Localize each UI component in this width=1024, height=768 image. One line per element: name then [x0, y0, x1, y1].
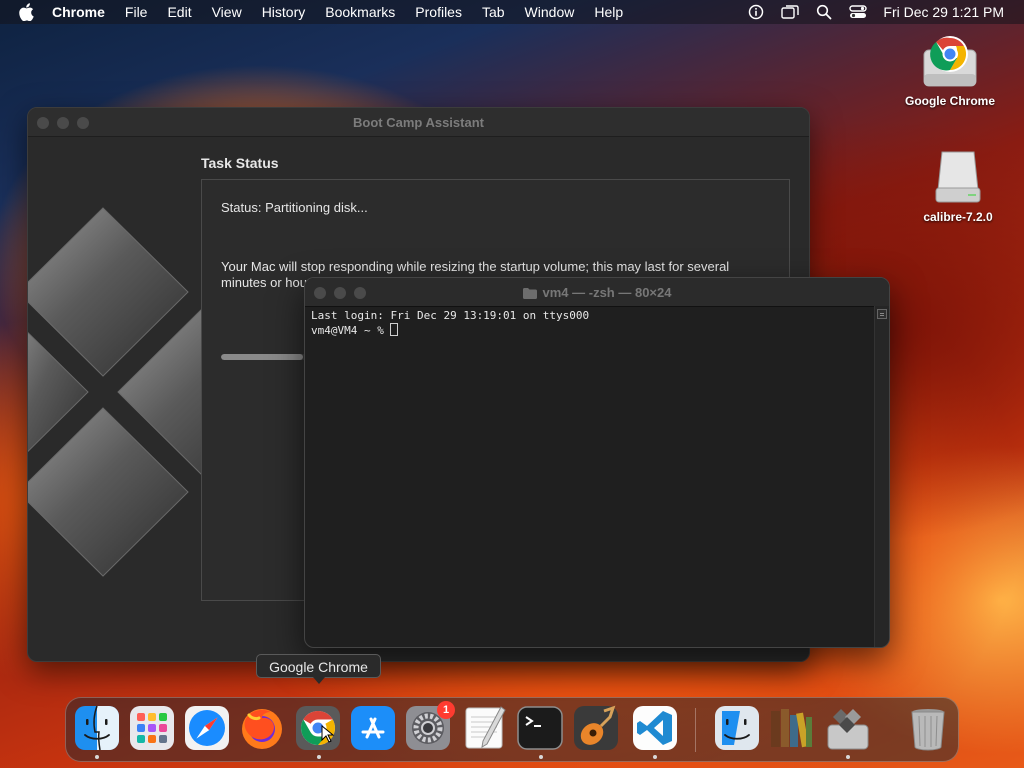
folder-icon — [522, 287, 537, 302]
dock-calibre[interactable] — [768, 705, 814, 751]
app-store-icon — [351, 706, 395, 750]
menu-window[interactable]: Window — [525, 4, 575, 20]
dock-separator — [695, 708, 696, 752]
window-title: Boot Camp Assistant — [353, 115, 484, 130]
finder-icon — [715, 706, 759, 750]
screen-mirroring-icon[interactable] — [781, 3, 800, 21]
launchpad-icon — [130, 706, 174, 750]
vscode-icon — [633, 706, 677, 750]
terminal-window[interactable]: vm4 — -zsh — 80×24 Last login: Fri Dec 2… — [304, 277, 890, 648]
chrome-drive-icon — [920, 30, 980, 90]
running-indicator — [95, 755, 99, 759]
dock-google-chrome[interactable] — [295, 705, 341, 751]
status-area: Fri Dec 29 1:21 PM — [731, 0, 1004, 24]
guitar-icon — [574, 705, 618, 750]
window-titlebar[interactable]: Boot Camp Assistant — [28, 108, 809, 137]
desktop-icon-label: Google Chrome — [904, 94, 995, 108]
dock-safari[interactable] — [184, 705, 230, 751]
safari-icon — [185, 706, 229, 750]
running-indicator — [317, 755, 321, 759]
desktop-icon-label: calibre-7.2.0 — [923, 210, 993, 224]
firefox-icon — [242, 709, 282, 749]
terminal-content[interactable]: Last login: Fri Dec 29 13:19:01 on ttys0… — [311, 309, 871, 338]
dock-launchpad[interactable] — [129, 705, 175, 751]
mouse-pointer-icon — [321, 725, 335, 743]
dock-terminal[interactable] — [517, 705, 563, 751]
split-pane-icon[interactable] — [877, 309, 887, 319]
menu-file[interactable]: File — [125, 4, 148, 20]
menu-help[interactable]: Help — [594, 4, 623, 20]
terminal-scrollbar[interactable] — [874, 306, 889, 647]
dock: 1 — [65, 697, 959, 762]
terminal-cursor — [390, 323, 399, 336]
dock-tooltip: Google Chrome — [256, 654, 381, 684]
disk-image-icon — [928, 146, 988, 206]
desktop-icon-calibre[interactable]: calibre-7.2.0 — [903, 146, 1013, 224]
terminal-prompt-line: vm4@VM4 ~ % — [311, 323, 871, 338]
dock-vscode[interactable] — [632, 705, 678, 751]
menu-tab[interactable]: Tab — [482, 4, 505, 20]
calibre-books-icon — [771, 709, 812, 748]
terminal-prompt: vm4@VM4 ~ % — [311, 324, 391, 337]
spotlight-search-icon[interactable] — [815, 3, 833, 21]
dock-finder-2[interactable] — [714, 705, 760, 751]
running-indicator — [846, 755, 850, 759]
dock-system-settings[interactable]: 1 — [405, 701, 455, 751]
running-indicator — [539, 755, 543, 759]
dock-trash[interactable] — [905, 705, 951, 751]
notification-badge: 1 — [437, 701, 455, 719]
dock-finder[interactable] — [74, 705, 120, 751]
menu-history[interactable]: History — [262, 4, 306, 20]
dock-boot-camp-assistant[interactable] — [825, 705, 871, 751]
trash-icon — [911, 709, 945, 751]
menu-edit[interactable]: Edit — [167, 4, 191, 20]
window-title: vm4 — -zsh — 80×24 — [305, 285, 889, 302]
dock-app-store[interactable] — [350, 705, 396, 751]
terminal-last-login: Last login: Fri Dec 29 13:19:01 on ttys0… — [311, 309, 590, 322]
menu-view[interactable]: View — [212, 4, 242, 20]
menu-bookmarks[interactable]: Bookmarks — [325, 4, 395, 20]
window-titlebar[interactable]: vm4 — -zsh — 80×24 — [305, 278, 889, 307]
task-status-heading: Task Status — [201, 155, 279, 171]
status-text: Status: Partitioning disk... — [221, 200, 368, 215]
textedit-icon — [465, 706, 506, 749]
finder-icon — [75, 705, 119, 751]
boot-camp-icon — [827, 709, 869, 750]
dock-firefox[interactable] — [239, 705, 285, 751]
running-indicator — [653, 755, 657, 759]
terminal-icon — [517, 706, 563, 750]
dock-textedit[interactable] — [461, 705, 507, 751]
desktop-icon-google-chrome[interactable]: Google Chrome — [895, 30, 1005, 108]
terminal-title-text: vm4 — -zsh — 80×24 — [542, 285, 672, 300]
progress-bar-fill — [221, 354, 303, 360]
menu-bar: Chrome File Edit View History Bookmarks … — [0, 0, 1024, 24]
menu-clock[interactable]: Fri Dec 29 1:21 PM — [883, 4, 1004, 20]
info-icon[interactable] — [747, 3, 765, 21]
menu-profiles[interactable]: Profiles — [415, 4, 462, 20]
apple-menu-icon[interactable] — [18, 3, 36, 21]
menu-app-name[interactable]: Chrome — [52, 4, 105, 20]
control-center-icon[interactable] — [849, 3, 868, 21]
dock-garageband[interactable] — [573, 705, 619, 751]
